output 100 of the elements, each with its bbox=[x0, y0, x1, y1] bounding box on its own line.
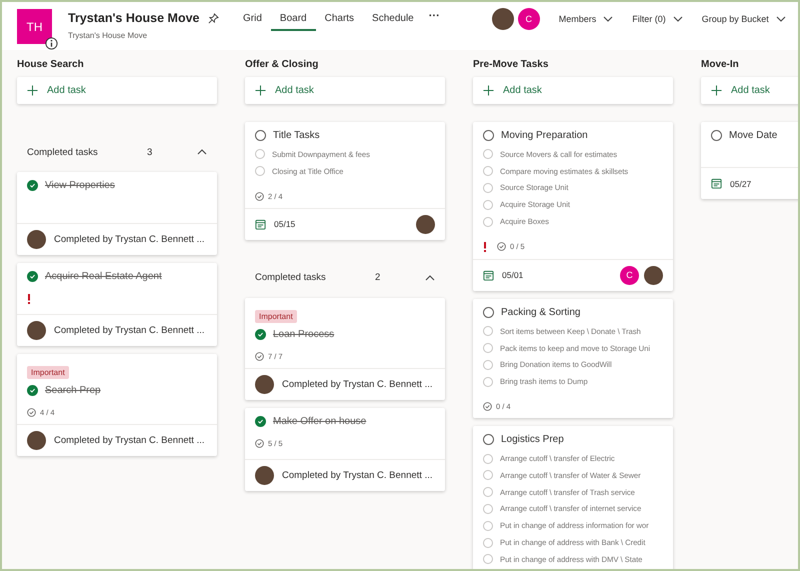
view-tab[interactable]: Schedule bbox=[363, 9, 423, 31]
avatar-photo bbox=[492, 8, 514, 30]
checklist-checkbox[interactable] bbox=[483, 149, 493, 160]
completed-check-icon[interactable] bbox=[255, 328, 266, 340]
pin-icon[interactable] bbox=[208, 12, 218, 24]
checklist-checkbox[interactable] bbox=[483, 454, 493, 464]
chevron-down-icon bbox=[776, 16, 786, 22]
due-date: 05/01 bbox=[502, 270, 524, 280]
checklist-checkbox[interactable] bbox=[483, 520, 493, 531]
plus-icon bbox=[255, 85, 266, 96]
task-checkbox[interactable] bbox=[711, 130, 722, 141]
check-circle-icon bbox=[483, 402, 492, 412]
completed-by-text: Completed by Trystan C. Bennett ... bbox=[54, 234, 204, 245]
check-circle-icon bbox=[255, 438, 264, 448]
avatar-photo bbox=[644, 266, 663, 285]
avatar-photo bbox=[255, 466, 274, 485]
task-title: Move Date bbox=[729, 130, 778, 141]
task-title: Search Prep bbox=[45, 385, 101, 396]
completed-count: 2 bbox=[375, 272, 382, 284]
add-task-button[interactable]: Add task bbox=[701, 77, 798, 104]
add-task-button[interactable]: Add task bbox=[17, 77, 217, 104]
add-task-button[interactable]: Add task bbox=[245, 77, 445, 104]
tag-label: Important bbox=[27, 366, 69, 379]
task-title: Loan Process bbox=[273, 328, 334, 340]
checklist-checkbox[interactable] bbox=[483, 182, 493, 193]
plus-icon bbox=[483, 85, 494, 96]
completed-by-text: Completed by Trystan C. Bennett ... bbox=[282, 470, 432, 481]
task-title: View Properties bbox=[45, 180, 115, 191]
task-checkbox[interactable] bbox=[255, 130, 266, 141]
avatar-initial: C bbox=[620, 266, 639, 285]
task-card[interactable]: View Properties Completed by Trystan C. Bennett ... bbox=[17, 172, 217, 255]
checklist-checkbox[interactable] bbox=[483, 470, 493, 480]
checklist-checkbox[interactable] bbox=[483, 504, 493, 514]
add-task-button[interactable]: Add task bbox=[473, 77, 673, 104]
calendar-icon bbox=[255, 218, 266, 230]
completed-tasks-header[interactable]: Completed tasks bbox=[255, 272, 375, 284]
completed-check-icon[interactable] bbox=[27, 180, 38, 191]
checklist-checkbox[interactable] bbox=[255, 166, 265, 176]
task-title: Make Offer on house bbox=[273, 416, 366, 427]
avatar-photo bbox=[27, 230, 46, 249]
checklist-checkbox[interactable] bbox=[483, 200, 493, 210]
chevron-up-icon bbox=[425, 274, 435, 281]
bucket-title: House Search bbox=[17, 59, 85, 70]
checklist-checkbox[interactable] bbox=[483, 376, 493, 387]
completed-count: 3 bbox=[147, 146, 154, 158]
check-circle-icon bbox=[255, 352, 264, 361]
dropdown-menu[interactable]: Group by Bucket bbox=[702, 14, 769, 24]
completed-tasks-header[interactable]: Completed tasks bbox=[27, 146, 147, 158]
task-title: Moving Preparation bbox=[501, 130, 588, 141]
plan-title: Trystan's House Move bbox=[68, 11, 200, 25]
check-circle-icon bbox=[497, 242, 506, 252]
view-tab[interactable]: Charts bbox=[316, 9, 364, 31]
view-tab[interactable]: Board bbox=[270, 9, 316, 31]
bucket-title: Pre-Move Tasks bbox=[473, 59, 550, 70]
checklist-checkbox[interactable] bbox=[483, 554, 493, 564]
completed-check-icon[interactable] bbox=[27, 385, 38, 396]
chevron-up-icon bbox=[197, 149, 207, 155]
tag-label: Important bbox=[255, 310, 297, 323]
task-title: Title Tasks bbox=[273, 130, 320, 141]
bucket-title: Offer & Closing bbox=[245, 59, 320, 70]
plus-icon bbox=[27, 85, 38, 96]
more-button[interactable]: ··· bbox=[422, 9, 446, 23]
check-circle-icon bbox=[27, 408, 36, 417]
avatar-photo bbox=[27, 321, 46, 340]
completed-check-icon[interactable] bbox=[27, 271, 38, 282]
info-icon[interactable] bbox=[45, 37, 58, 50]
task-title: Packing & Sorting bbox=[501, 306, 580, 318]
calendar-icon bbox=[711, 178, 722, 189]
checklist-checkbox[interactable] bbox=[483, 538, 493, 548]
task-title: Logistics Prep bbox=[501, 434, 564, 446]
checklist-checkbox[interactable] bbox=[483, 360, 493, 370]
task-checkbox[interactable] bbox=[483, 306, 494, 318]
chevron-down-icon bbox=[603, 16, 614, 22]
task-checkbox[interactable] bbox=[483, 434, 494, 446]
task-card[interactable]: Move Date 05/27 bbox=[701, 122, 798, 199]
avatar-photo bbox=[255, 374, 274, 394]
plus-icon bbox=[711, 85, 722, 96]
checklist-checkbox[interactable] bbox=[255, 149, 265, 160]
view-tab[interactable]: Grid bbox=[234, 9, 271, 31]
dropdown-menu[interactable]: Filter (0) bbox=[632, 14, 666, 24]
completed-by-text: Completed by Trystan C. Bennett ... bbox=[282, 378, 432, 390]
task-checkbox[interactable] bbox=[483, 130, 494, 141]
plan-subtitle: Trystan's House Move bbox=[68, 31, 148, 40]
checklist-checkbox[interactable] bbox=[483, 166, 493, 176]
completed-by-text: Completed by Trystan C. Bennett ... bbox=[54, 325, 204, 336]
checklist-checkbox[interactable] bbox=[483, 216, 493, 227]
checklist-checkbox[interactable] bbox=[483, 487, 493, 498]
chevron-down-icon bbox=[672, 16, 683, 22]
completed-check-icon[interactable] bbox=[255, 416, 266, 427]
avatar-initial: C bbox=[518, 8, 540, 30]
avatar-photo bbox=[27, 431, 46, 450]
task-card[interactable]: Acquire Real Estate Agent Completed by Trystan C. Bennett ... bbox=[17, 263, 217, 346]
task-card[interactable] bbox=[473, 426, 673, 569]
checklist-checkbox[interactable] bbox=[483, 343, 493, 354]
checklist-checkbox[interactable] bbox=[483, 326, 493, 336]
avatar-photo bbox=[416, 214, 435, 234]
calendar-icon bbox=[483, 270, 494, 281]
bucket-title: Move-In bbox=[701, 59, 740, 70]
due-date: 05/27 bbox=[730, 178, 752, 188]
dropdown-menu[interactable]: Members bbox=[558, 14, 596, 24]
